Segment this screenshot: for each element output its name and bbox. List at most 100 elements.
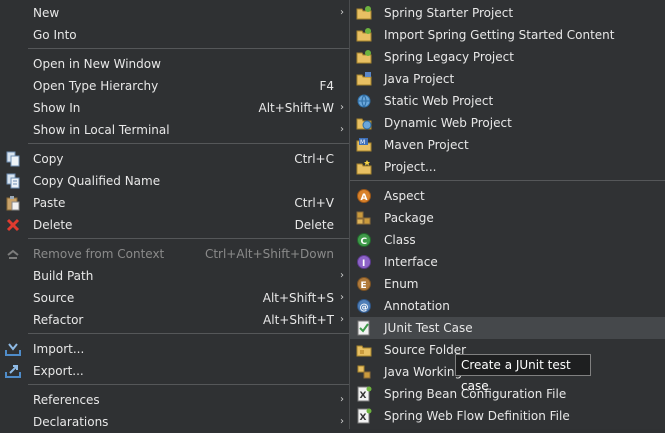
menu-item-label: Open Type Hierarchy xyxy=(33,79,159,93)
import-icon xyxy=(5,343,21,356)
submenu-item-class[interactable]: C Class xyxy=(350,229,665,251)
svg-text:M: M xyxy=(360,139,365,146)
shortcut-label: Ctrl+C xyxy=(294,152,334,166)
menu-item-import[interactable]: Import... xyxy=(0,338,349,360)
shortcut-label: F4 xyxy=(319,79,334,93)
submenu-arrow-icon: › xyxy=(340,270,344,281)
maven-project-icon: M xyxy=(356,138,372,152)
class-icon: C xyxy=(357,233,371,247)
menu-item-copy-qualified-name[interactable]: Copy Qualified Name xyxy=(0,170,349,192)
menu-item-label: Build Path xyxy=(33,269,94,283)
remove-context-icon xyxy=(7,249,19,259)
new-project-icon xyxy=(356,160,372,175)
menu-item-new[interactable]: New › xyxy=(0,2,349,24)
menu-item-label: Package xyxy=(384,211,434,225)
menu-item-open-type-hierarchy[interactable]: Open Type Hierarchy F4 xyxy=(0,75,349,97)
menu-item-references[interactable]: References › xyxy=(0,389,349,411)
shortcut-label: Delete xyxy=(294,218,334,232)
menu-item-label: JUnit Test Case xyxy=(384,321,473,335)
menu-item-delete[interactable]: Delete Delete xyxy=(0,214,349,236)
menu-item-label: Annotation xyxy=(384,299,450,313)
tooltip: Create a JUnit test case xyxy=(455,354,591,393)
submenu-item-dynamic-web-project[interactable]: Dynamic Web Project xyxy=(350,112,665,134)
submenu-item-aspect[interactable]: A Aspect xyxy=(350,185,665,207)
menu-item-label: Import... xyxy=(33,342,85,356)
spring-project-icon xyxy=(356,6,372,20)
menu-item-open-in-new-window[interactable]: Open in New Window xyxy=(0,53,349,75)
java-project-icon xyxy=(356,72,372,86)
svg-text:X: X xyxy=(360,413,367,423)
menu-item-label: Open in New Window xyxy=(33,57,161,71)
menu-separator xyxy=(28,143,349,144)
submenu-item-spring-web-flow[interactable]: X Spring Web Flow Definition File xyxy=(350,405,665,427)
svg-text:I: I xyxy=(362,259,365,269)
submenu-item-spring-bean-config[interactable]: X Spring Bean Configuration File xyxy=(350,383,665,405)
submenu-arrow-icon: › xyxy=(340,102,344,113)
shortcut-label: Ctrl+Alt+Shift+Down xyxy=(204,247,334,261)
submenu-item-interface[interactable]: I Interface xyxy=(350,251,665,273)
menu-item-label: Aspect xyxy=(384,189,425,203)
source-folder-icon xyxy=(356,345,372,357)
menu-separator xyxy=(28,238,349,239)
menu-item-label: Show In xyxy=(33,101,81,115)
menu-item-label: Source Folder xyxy=(384,343,467,357)
svg-text:C: C xyxy=(361,237,368,247)
svg-text:X: X xyxy=(360,391,367,401)
menu-item-label: Source xyxy=(33,291,75,305)
enum-icon: E xyxy=(357,277,371,291)
menu-item-label: Spring Web Flow Definition File xyxy=(384,409,570,423)
submenu-item-maven-project[interactable]: M Maven Project xyxy=(350,134,665,156)
spring-bean-file-icon: X xyxy=(357,386,372,402)
shortcut-label: Alt+Shift+T xyxy=(263,313,334,327)
menu-item-label: Spring Legacy Project xyxy=(384,50,514,64)
submenu-item-import-spring-content[interactable]: Import Spring Getting Started Content xyxy=(350,24,665,46)
menu-item-refactor[interactable]: Refactor Alt+Shift+T › xyxy=(0,309,349,331)
submenu-item-spring-starter-project[interactable]: Spring Starter Project xyxy=(350,2,665,24)
menu-separator xyxy=(350,180,665,181)
submenu-item-project[interactable]: Project... xyxy=(350,156,665,178)
menu-item-copy[interactable]: Copy Ctrl+C xyxy=(0,148,349,170)
submenu-arrow-icon: › xyxy=(340,7,344,18)
menu-item-paste[interactable]: Paste Ctrl+V xyxy=(0,192,349,214)
junit-test-icon xyxy=(357,320,370,336)
menu-item-label: Maven Project xyxy=(384,138,469,152)
submenu-item-annotation[interactable]: @ Annotation xyxy=(350,295,665,317)
shortcut-label: Ctrl+V xyxy=(294,196,334,210)
delete-icon xyxy=(6,218,20,232)
menu-item-label: Copy xyxy=(33,152,64,166)
menu-item-show-in[interactable]: Show In Alt+Shift+W › xyxy=(0,97,349,119)
menu-separator xyxy=(28,333,349,334)
svg-text:A: A xyxy=(361,193,368,203)
menu-item-label: Export... xyxy=(33,364,84,378)
menu-item-label: Enum xyxy=(384,277,419,291)
package-icon xyxy=(356,211,371,225)
submenu-item-junit-test-case[interactable]: JUnit Test Case xyxy=(350,317,665,339)
submenu-item-enum[interactable]: E Enum xyxy=(350,273,665,295)
spring-legacy-icon xyxy=(356,50,372,64)
menu-item-label: References xyxy=(33,393,100,407)
submenu-item-java-project[interactable]: Java Project xyxy=(350,68,665,90)
menu-item-label: Declarations xyxy=(33,415,109,429)
submenu-arrow-icon: › xyxy=(340,394,344,405)
aspect-icon: A xyxy=(357,189,371,203)
submenu-arrow-icon: › xyxy=(340,124,344,135)
menu-item-declarations[interactable]: Declarations › xyxy=(0,411,349,433)
submenu-item-package[interactable]: Package xyxy=(350,207,665,229)
interface-icon: I xyxy=(357,255,371,269)
submenu-item-static-web-project[interactable]: Static Web Project xyxy=(350,90,665,112)
menu-item-label: Paste xyxy=(33,196,66,210)
menu-item-source[interactable]: Source Alt+Shift+S › xyxy=(0,287,349,309)
paste-icon xyxy=(6,196,20,211)
menu-item-show-in-local-terminal[interactable]: Show in Local Terminal › xyxy=(0,119,349,141)
menu-item-label: Interface xyxy=(384,255,438,269)
menu-item-export[interactable]: Export... xyxy=(0,360,349,382)
menu-item-label: Dynamic Web Project xyxy=(384,116,512,130)
menu-separator xyxy=(28,48,349,49)
svg-text:E: E xyxy=(361,281,367,291)
menu-item-label: Import Spring Getting Started Content xyxy=(384,28,615,42)
menu-item-build-path[interactable]: Build Path › xyxy=(0,265,349,287)
export-icon xyxy=(5,365,21,378)
submenu-item-spring-legacy-project[interactable]: Spring Legacy Project xyxy=(350,46,665,68)
copy-qualified-icon xyxy=(6,173,20,189)
menu-item-go-into[interactable]: Go Into xyxy=(0,24,349,46)
